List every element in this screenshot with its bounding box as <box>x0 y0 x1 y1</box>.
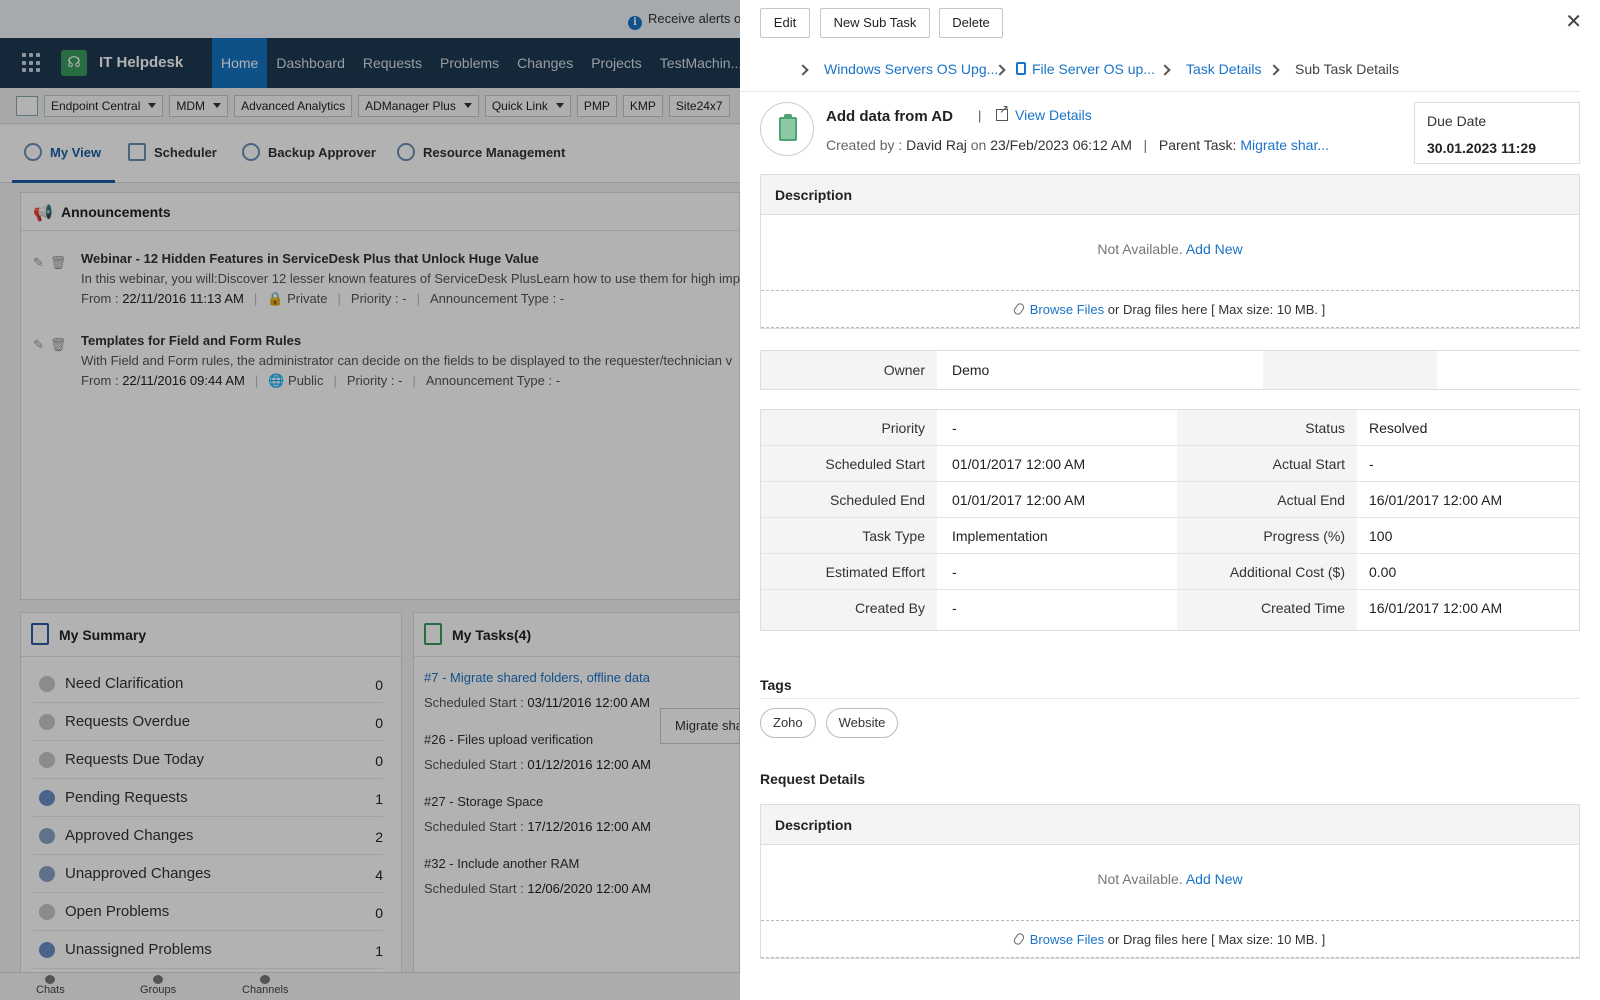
breadcrumb: Windows Servers OS Upg... File Server OS… <box>740 48 1580 92</box>
due-date-label: Due Date <box>1427 113 1487 129</box>
detail-toolbar: Edit New Sub Task Delete ✕ <box>740 0 1600 48</box>
view-details-link[interactable]: View Details <box>996 102 1092 123</box>
due-date-box: Due Date 30.01.2023 11:29 <box>1414 102 1580 164</box>
file-icon <box>1016 62 1026 75</box>
due-date-value: 30.01.2023 11:29 <box>1427 140 1536 156</box>
breadcrumb-task-details[interactable]: Task Details <box>1186 61 1261 77</box>
edit-button[interactable]: Edit <box>760 8 810 38</box>
delete-button[interactable]: Delete <box>939 8 1003 38</box>
breadcrumb-milestone[interactable]: File Server OS up... <box>1016 61 1155 77</box>
modal-overlay[interactable] <box>0 0 740 1000</box>
chevron-right-icon <box>1159 64 1171 76</box>
breadcrumb-current: Sub Task Details <box>1295 61 1400 77</box>
breadcrumb-project[interactable]: Windows Servers OS Upg... <box>824 61 998 77</box>
external-link-icon <box>996 102 1009 121</box>
new-sub-task-button[interactable]: New Sub Task <box>820 8 930 38</box>
task-meta: Created by : David Raj on 23/Feb/2023 06… <box>826 137 1330 153</box>
chevron-right-icon <box>797 64 809 76</box>
parent-task-link[interactable]: Migrate shar... <box>1240 137 1329 153</box>
chevron-right-icon <box>1268 64 1280 76</box>
task-icon <box>760 102 814 156</box>
close-icon[interactable]: ✕ <box>1565 10 1582 34</box>
task-name: Add data from AD <box>826 108 953 125</box>
separator: | <box>978 108 982 123</box>
clipboard-icon <box>779 114 797 141</box>
